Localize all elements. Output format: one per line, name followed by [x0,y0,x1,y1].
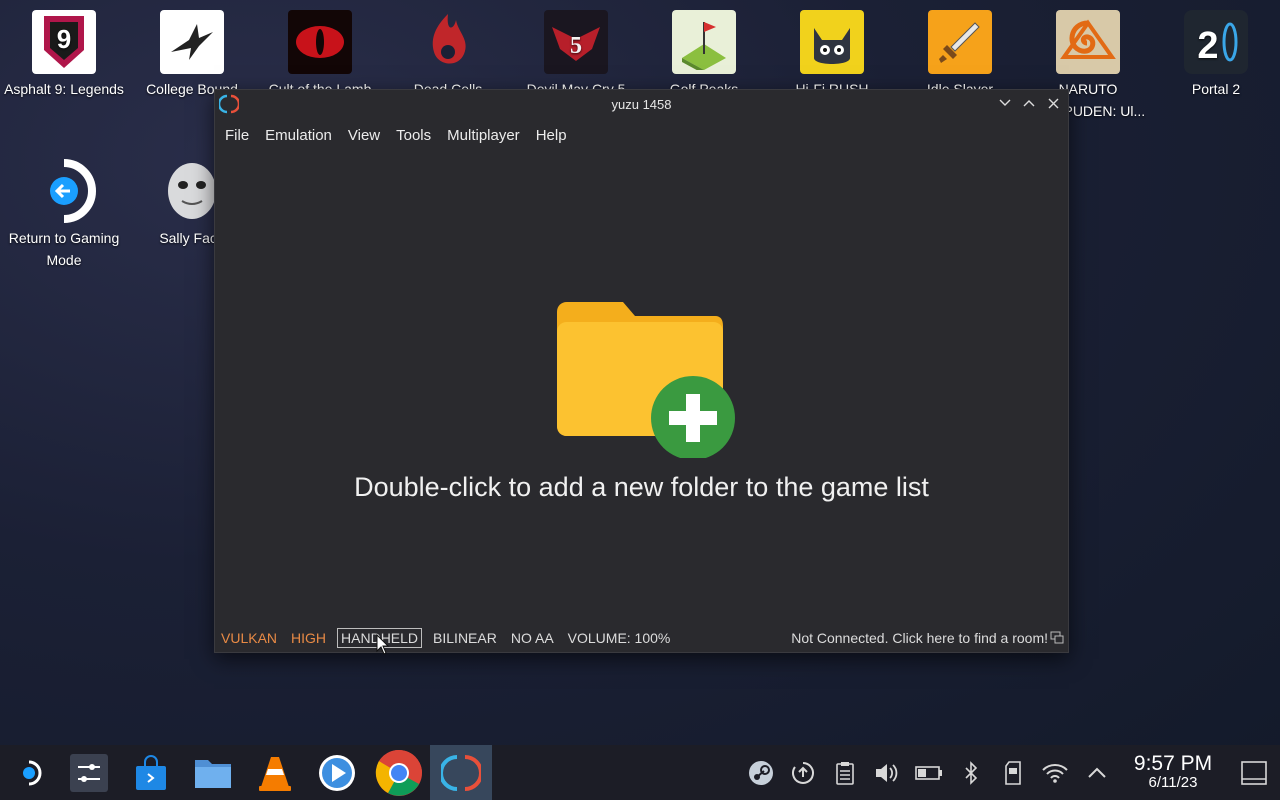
application-launcher-button[interactable] [0,745,58,800]
multiplayer-room-status[interactable]: Not Connected. Click here to find a room… [791,630,1048,646]
svg-text:2: 2 [1197,25,1218,67]
desktop-icon-cult-of-the-lamb[interactable]: Cult of the Lamb [256,10,384,100]
desktop-icon-idle-slayer[interactable]: Idle Slayer [896,10,1024,100]
network-icon[interactable] [1050,631,1064,644]
close-button[interactable] [1044,94,1062,112]
add-folder-icon[interactable] [555,298,737,460]
play-icon [319,754,355,791]
minimize-button[interactable] [996,94,1014,112]
discover-store-button[interactable] [120,745,182,800]
system-tray: 9:57 PM 6/11/23 [740,745,1280,800]
desktop-icon-return-to-gaming-mode[interactable]: Return to Gaming Mode [0,159,128,271]
desktop-icon-devil-may-cry-5[interactable]: 5 Devil May Cry 5 [512,10,640,100]
file-manager-button[interactable] [182,745,244,800]
desktop-icon-label: Asphalt 9: Legends [4,81,124,97]
status-gpu-accuracy[interactable]: HIGH [291,630,326,646]
volume-tray-button[interactable] [866,745,908,800]
svg-text:5: 5 [570,33,582,59]
storage-tray-button[interactable] [992,745,1034,800]
settings-sliders-icon [70,753,108,792]
wifi-icon [1042,763,1068,783]
sd-card-icon [1005,760,1021,785]
return-icon [32,159,96,223]
golf-flag-icon [672,10,736,74]
menu-file[interactable]: File [217,118,257,154]
red-eye-icon [288,10,352,74]
clock[interactable]: 9:57 PM 6/11/23 [1118,751,1228,792]
svg-text:9: 9 [57,24,71,54]
yuzu-taskbar-button[interactable] [430,745,492,800]
yuzu-logo-icon [219,94,239,114]
leaf-symbol-icon [1056,10,1120,74]
update-icon [792,761,814,784]
folder-icon [195,759,231,788]
sword-icon [928,10,992,74]
desktop-icon-portal-2[interactable]: 2 Portal 2 [1152,10,1280,100]
menu-bar: File Emulation View Tools Multiplayer He… [215,118,1068,154]
battery-icon [915,765,942,780]
menu-tools[interactable]: Tools [388,118,439,154]
show-desktop-button[interactable] [1228,745,1280,800]
chevron-down-icon [999,99,1011,106]
title-bar[interactable]: yuzu 1458 [215,90,1068,118]
menu-help[interactable]: Help [528,118,575,154]
asphalt-9-icon: 9 [32,10,96,74]
chevron-up-icon [1023,100,1035,107]
menu-view[interactable]: View [340,118,388,154]
speaker-icon [876,763,898,782]
desktop-icon-dead-cells[interactable]: Dead Cells [384,10,512,100]
steam-tray-button[interactable] [740,745,782,800]
yuzu-logo-icon [441,754,481,791]
menu-emulation[interactable]: Emulation [257,118,340,154]
status-anti-aliasing[interactable]: NO AA [511,630,554,646]
bluetooth-icon [965,760,978,785]
menu-multiplayer[interactable]: Multiplayer [439,118,528,154]
bird-icon [160,10,224,74]
mouse-cursor-icon [376,634,390,655]
yuzu-window: yuzu 1458 File Emulation View Tools Mult… [214,89,1069,653]
system-settings-button[interactable] [58,745,120,800]
clock-date: 6/11/23 [1148,773,1198,791]
game-list-area[interactable]: Double-click to add a new folder to the … [215,154,1068,624]
portal-2-icon: 2 [1184,10,1248,74]
clock-time: 9:57 PM [1133,751,1213,775]
clipboard-icon [836,761,854,785]
desktop-icon-college-bound[interactable]: College Bound [128,10,256,100]
dmc5-icon: 5 [544,10,608,74]
bluetooth-tray-button[interactable] [950,745,992,800]
updates-tray-button[interactable] [782,745,824,800]
window-title: yuzu 1458 [611,96,672,112]
desktop-icon-label: Portal 2 [1191,81,1241,97]
traffic-cone-icon [259,756,291,791]
chevron-up-icon [1088,767,1106,778]
status-filter[interactable]: BILINEAR [433,630,497,646]
desktop-icon-hi-fi-rush[interactable]: Hi-Fi RUSH [768,10,896,100]
taskbar: 9:57 PM 6/11/23 [0,745,1280,800]
desktop-icon-label: Return to Gaming Mode [8,230,120,268]
vlc-button[interactable] [244,745,306,800]
wifi-tray-button[interactable] [1034,745,1076,800]
flame-icon [416,10,480,74]
empty-game-list-message: Double-click to add a new folder to the … [354,472,929,502]
cat-icon [800,10,864,74]
show-desktop-icon [1241,760,1267,785]
battery-tray-button[interactable] [908,745,950,800]
chrome-button[interactable] [368,745,430,800]
close-icon [1048,98,1058,108]
media-player-button[interactable] [306,745,368,800]
maximize-button[interactable] [1020,94,1038,112]
status-bar: VULKAN HIGH HANDHELD BILINEAR NO AA VOLU… [215,624,1068,652]
desktop-icon-asphalt-9[interactable]: 9 Asphalt 9: Legends [0,10,128,100]
status-graphics-api[interactable]: VULKAN [221,630,277,646]
status-volume[interactable]: VOLUME: 100% [568,630,671,646]
steam-icon [749,760,773,785]
chrome-icon [375,749,422,796]
steamos-logo-icon [23,760,42,785]
desktop-icon-golf-peaks[interactable]: Golf Peaks [640,10,768,100]
clipboard-tray-button[interactable] [824,745,866,800]
show-hidden-icons-button[interactable] [1076,745,1118,800]
shopping-bag-icon [136,754,166,790]
